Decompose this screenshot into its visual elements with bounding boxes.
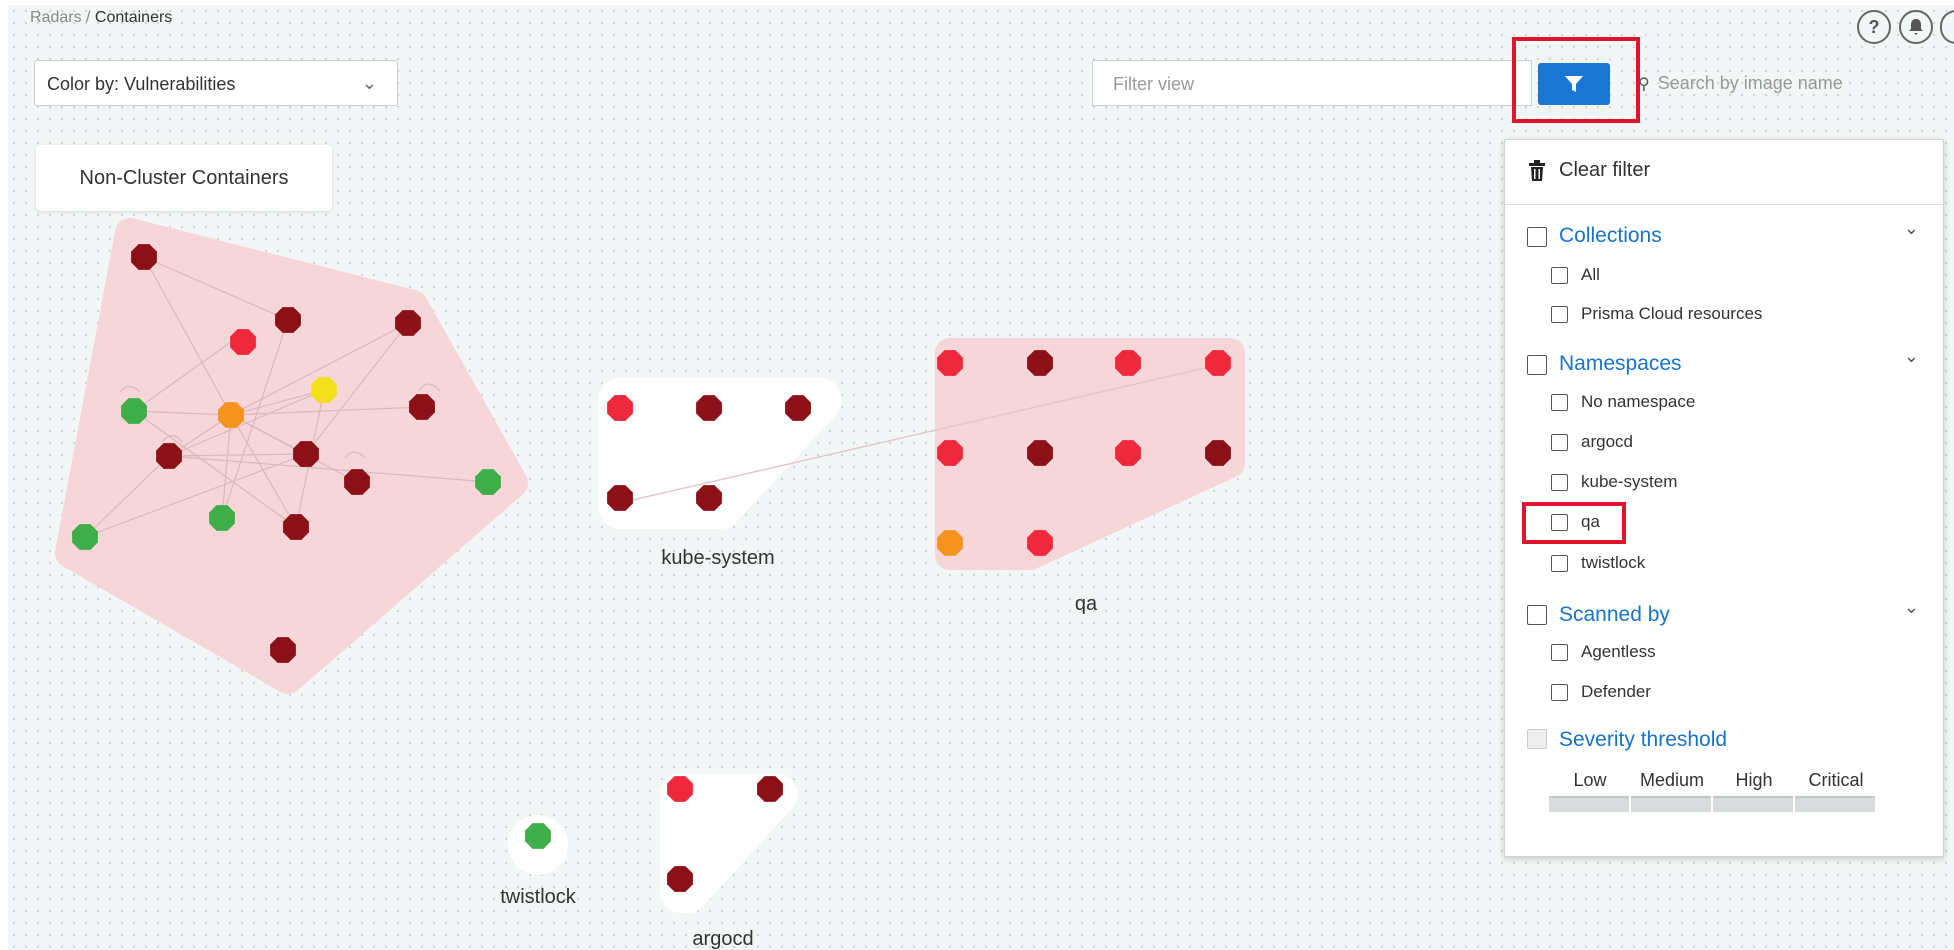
container-node[interactable] <box>409 394 435 420</box>
container-node[interactable] <box>696 485 722 511</box>
scanned-agentless-label: Agentless <box>1581 642 1656 661</box>
help-icon[interactable]: ? <box>1857 10 1891 44</box>
namespace-none-label: No namespace <box>1581 392 1696 411</box>
image-search-input[interactable]: ⚲ Search by image name <box>1638 60 1954 132</box>
collections-checkbox[interactable] <box>1527 227 1547 247</box>
container-node[interactable] <box>72 524 98 550</box>
container-node[interactable] <box>475 469 501 495</box>
namespaces-chevron-icon[interactable]: ⌄ <box>1904 346 1919 367</box>
filter-panel: Clear filter Collections ⌄ All Prisma Cl… <box>1504 139 1944 857</box>
radar-graph: kube-system qa twistlock argocd <box>55 218 1245 950</box>
collection-all-label: All <box>1581 265 1600 284</box>
funnel-icon <box>1565 76 1583 92</box>
non-cluster-hull <box>55 218 528 694</box>
scanned-agentless-checkbox[interactable] <box>1551 644 1568 661</box>
container-node[interactable] <box>607 485 633 511</box>
radar-canvas[interactable]: Radars / Containers ? Color by: Vulnerab… <box>8 5 1954 950</box>
container-node[interactable] <box>937 530 963 556</box>
collections-title[interactable]: Collections <box>1559 224 1662 248</box>
argocd-label[interactable]: argocd <box>692 928 753 950</box>
scanned-by-chevron-icon[interactable]: ⌄ <box>1904 597 1919 618</box>
severity-critical-label: Critical <box>1808 770 1864 790</box>
container-node[interactable] <box>1205 440 1231 466</box>
container-node[interactable] <box>525 823 551 849</box>
notifications-icon[interactable] <box>1899 10 1933 44</box>
trash-icon <box>1529 160 1545 181</box>
container-node[interactable] <box>1027 440 1053 466</box>
container-node[interactable] <box>607 395 633 421</box>
container-node[interactable] <box>230 329 256 355</box>
namespace-kube-system-label: kube-system <box>1581 472 1678 491</box>
collection-prisma-label: Prisma Cloud resources <box>1581 304 1763 323</box>
container-node[interactable] <box>696 395 722 421</box>
twistlock-label[interactable]: twistlock <box>500 886 577 908</box>
clear-filter-button[interactable]: Clear filter <box>1505 140 1943 205</box>
container-node[interactable] <box>937 440 963 466</box>
container-node[interactable] <box>131 244 157 270</box>
scanned-defender-label: Defender <box>1581 682 1651 701</box>
severity-high-segment[interactable] <box>1713 796 1793 812</box>
severity-low-label: Low <box>1573 770 1607 790</box>
search-icon: ⚲ <box>1638 76 1650 93</box>
severity-high-label: High <box>1735 770 1773 790</box>
filter-button[interactable] <box>1538 63 1610 105</box>
container-node[interactable] <box>209 505 235 531</box>
severity-low-segment[interactable] <box>1549 796 1629 812</box>
account-icon[interactable] <box>1940 10 1954 44</box>
namespace-argocd-label: argocd <box>1581 432 1633 451</box>
container-node[interactable] <box>937 350 963 376</box>
qa-checkbox-highlight <box>1522 502 1626 544</box>
collection-prisma-checkbox[interactable] <box>1551 306 1568 323</box>
container-node[interactable] <box>311 377 337 403</box>
namespace-twistlock-checkbox[interactable] <box>1551 555 1568 572</box>
severity-threshold-checkbox[interactable] <box>1527 729 1547 749</box>
namespace-twistlock-label: twistlock <box>1581 553 1646 572</box>
container-node[interactable] <box>785 395 811 421</box>
container-node[interactable] <box>121 398 147 424</box>
collections-chevron-icon[interactable]: ⌄ <box>1904 218 1919 239</box>
container-node[interactable] <box>757 776 783 802</box>
container-node[interactable] <box>344 469 370 495</box>
qa-label[interactable]: qa <box>1075 593 1098 615</box>
container-node[interactable] <box>395 310 421 336</box>
container-node[interactable] <box>275 307 301 333</box>
container-node[interactable] <box>283 514 309 540</box>
container-node[interactable] <box>1027 530 1053 556</box>
scanned-defender-checkbox[interactable] <box>1551 684 1568 701</box>
container-node[interactable] <box>1027 350 1053 376</box>
container-node[interactable] <box>667 866 693 892</box>
container-node[interactable] <box>218 402 244 428</box>
container-node[interactable] <box>1205 350 1231 376</box>
severity-medium-label: Medium <box>1639 770 1705 790</box>
search-placeholder: Search by image name <box>1657 73 1843 93</box>
severity-medium-segment[interactable] <box>1631 796 1711 812</box>
clear-filter-label: Clear filter <box>1559 159 1651 181</box>
namespaces-title[interactable]: Namespaces <box>1559 352 1682 376</box>
scanned-by-checkbox[interactable] <box>1527 605 1547 625</box>
namespace-qa-checkbox[interactable] <box>1551 514 1568 531</box>
severity-threshold-title: Severity threshold <box>1559 728 1728 751</box>
severity-critical-segment[interactable] <box>1795 796 1875 812</box>
namespaces-checkbox[interactable] <box>1527 355 1547 375</box>
container-node[interactable] <box>293 441 319 467</box>
argocd-hull <box>660 774 798 913</box>
namespace-kube-system-checkbox[interactable] <box>1551 474 1568 491</box>
container-node[interactable] <box>667 776 693 802</box>
namespace-qa-label: qa <box>1581 512 1600 531</box>
namespace-argocd-checkbox[interactable] <box>1551 434 1568 451</box>
container-node[interactable] <box>1115 350 1141 376</box>
collection-all-checkbox[interactable] <box>1551 267 1568 284</box>
container-node[interactable] <box>156 443 182 469</box>
scanned-by-title[interactable]: Scanned by <box>1559 603 1670 627</box>
container-node[interactable] <box>270 637 296 663</box>
kube-system-label[interactable]: kube-system <box>661 547 774 569</box>
qa-hull <box>935 338 1245 570</box>
container-node[interactable] <box>1115 440 1141 466</box>
namespace-none-checkbox[interactable] <box>1551 394 1568 411</box>
